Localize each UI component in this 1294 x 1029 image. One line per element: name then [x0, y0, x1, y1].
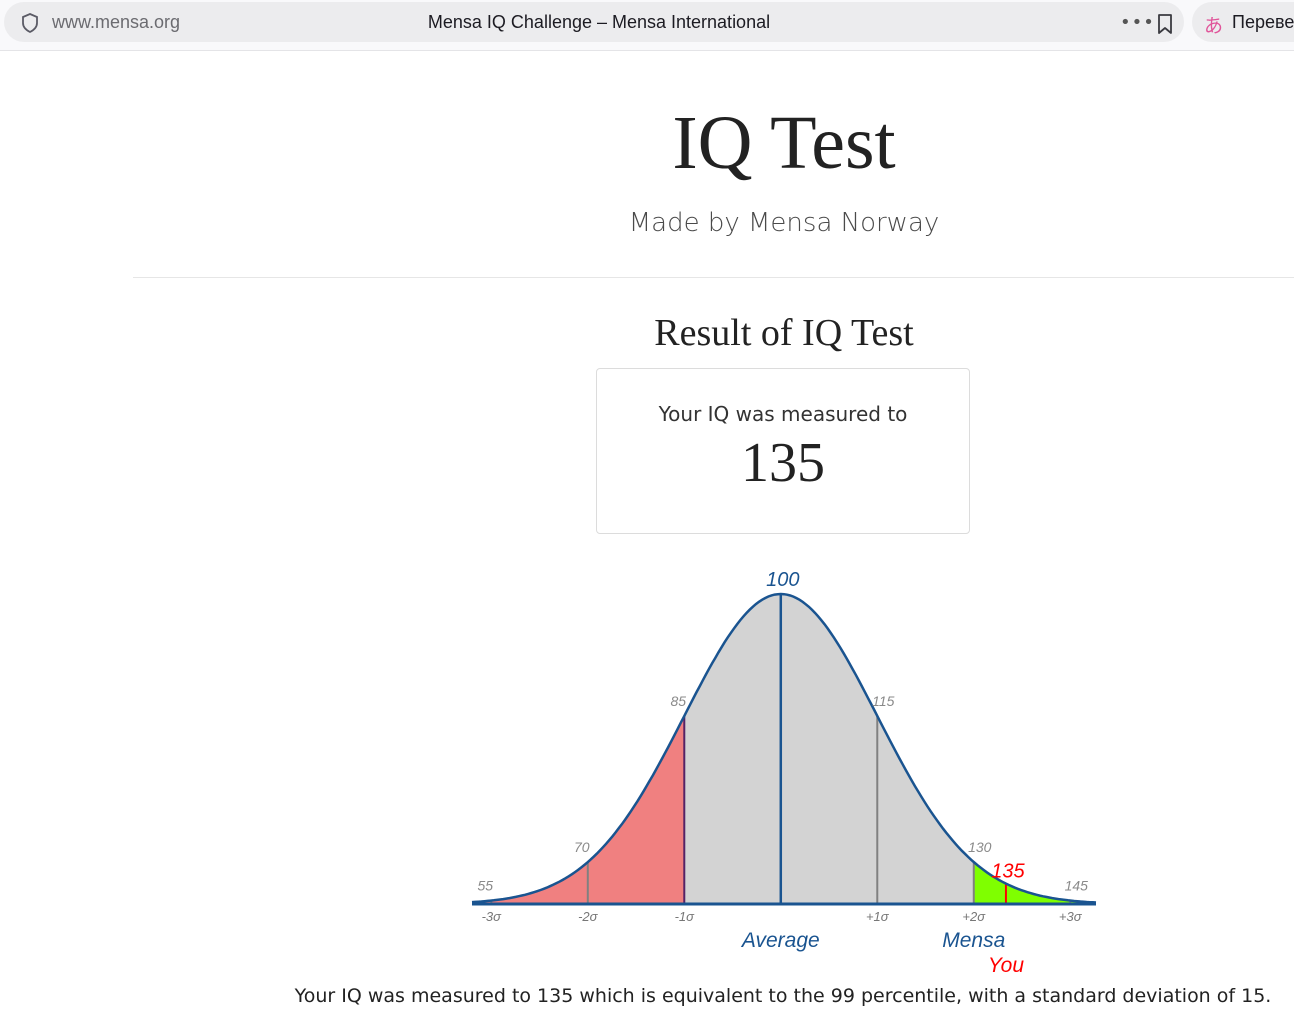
- region-average: [684, 594, 974, 904]
- you-score-label: 135: [991, 861, 1025, 883]
- page-tab-title: Mensa IQ Challenge – Mensa International: [427, 12, 771, 32]
- score-label-115: 115: [872, 693, 895, 709]
- score-label-70: 70: [574, 839, 590, 855]
- result-label: Your IQ was measured to: [658, 402, 908, 426]
- region-below-average: [472, 716, 685, 904]
- score-label-130: 130: [968, 839, 992, 855]
- iq-score-value: 135: [741, 432, 825, 494]
- result-heading: Result of IQ Test: [654, 312, 914, 354]
- sigma-label: +3σ: [1059, 909, 1083, 924]
- annotation-mensa: Mensa: [942, 929, 1005, 952]
- sigma-label: -2σ: [578, 909, 599, 924]
- annotation-average: Average: [740, 929, 820, 952]
- sigma-label: -3σ: [482, 909, 503, 924]
- page-title: IQ Test: [672, 101, 896, 185]
- score-label-145: 145: [1065, 878, 1089, 894]
- url-text[interactable]: www.mensa.org: [52, 12, 180, 33]
- translate-icon: あ: [1204, 15, 1224, 37]
- sigma-label: -1σ: [675, 909, 696, 924]
- annotation-you: You: [988, 954, 1025, 977]
- section-divider: [133, 277, 1294, 278]
- score-label-85: 85: [670, 693, 686, 709]
- sigma-label: +1σ: [866, 909, 890, 924]
- translate-button[interactable]: あ Переве: [1192, 2, 1294, 42]
- translate-label: Переве: [1232, 12, 1294, 32]
- shield-icon: [22, 13, 38, 34]
- page-subtitle: Made by Mensa Norway: [628, 208, 940, 238]
- sigma-label: +2σ: [962, 909, 986, 924]
- address-bar[interactable]: www.mensa.org Mensa IQ Challenge – Mensa…: [4, 2, 1184, 42]
- browser-toolbar: www.mensa.org Mensa IQ Challenge – Mensa…: [0, 0, 1294, 51]
- score-label-100: 100: [766, 569, 799, 591]
- more-icon[interactable]: •••: [1120, 12, 1155, 33]
- result-card: Your IQ was measured to 135: [596, 368, 970, 534]
- bookmark-icon[interactable]: [1156, 13, 1174, 35]
- result-summary: Your IQ was measured to 135 which is equ…: [294, 985, 1272, 1007]
- score-label-55: 55: [478, 878, 494, 894]
- iq-distribution-chart: 55 70 85 100 115 130 145 135 -3σ -2σ -1σ +1σ +2σ +3σ A…: [471, 569, 1097, 977]
